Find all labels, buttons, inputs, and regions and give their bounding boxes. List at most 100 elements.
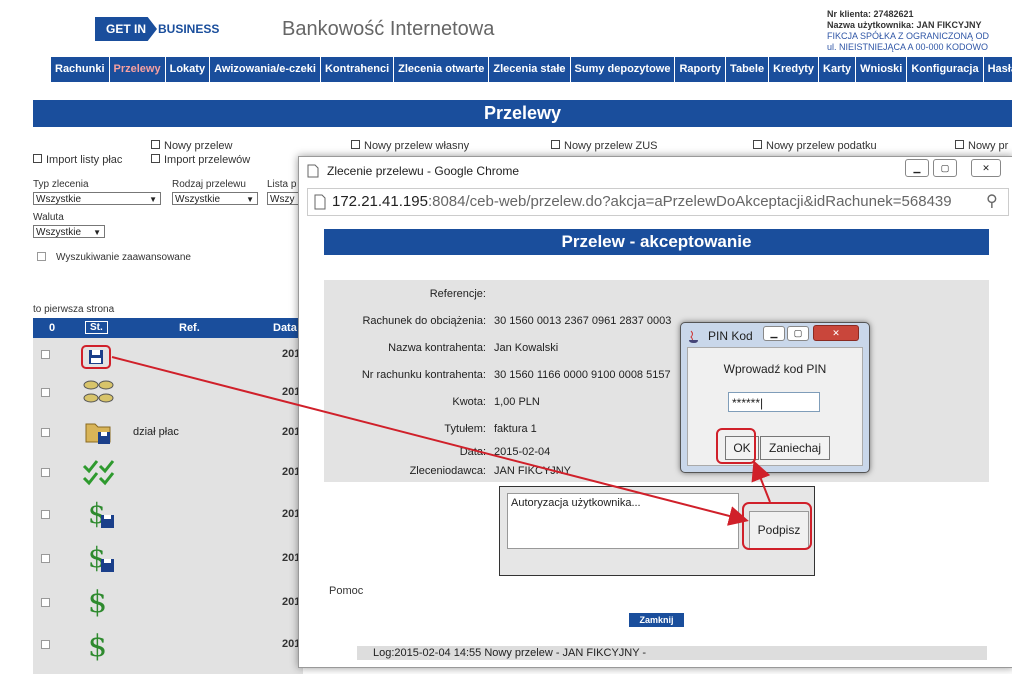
row-checkbox[interactable] [41,428,50,437]
row-checkbox[interactable] [41,468,50,477]
own-transfer-link[interactable]: Nowy przelew własny [351,140,469,152]
row-checkbox[interactable] [41,350,50,359]
row-checkbox[interactable] [41,554,50,563]
pin-input[interactable]: ******| [728,392,820,412]
pin-prompt: Wprowadź kod PIN [723,362,827,376]
import-transfers-link[interactable]: Import przelewów [151,154,250,166]
nav-zlecenia-otwarte[interactable]: Zlecenia otwarte [394,57,490,82]
title-value: faktura 1 [494,423,537,435]
import-payroll-link[interactable]: Import listy płac [33,154,122,166]
currency-label: Waluta [33,212,64,223]
dollar-save-icon: $ [88,541,114,574]
folder-save-icon [85,423,111,444]
advanced-search-checkbox[interactable] [37,252,46,261]
nav-rachunki[interactable]: Rachunki [51,57,110,82]
nav-raporty[interactable]: Raporty [675,57,727,82]
minimize-icon[interactable]: ▁ [763,326,785,341]
close-icon[interactable]: ✕ [813,325,859,341]
pin-value: ****** [732,396,761,410]
url-bar[interactable]: 172.21.41.195:8084/ceb-web/przelew.do?ak… [307,188,1009,216]
nav-kredyty[interactable]: Kredyty [769,57,820,82]
maximize-icon[interactable]: ▢ [787,326,809,341]
auth-status-textarea[interactable]: Autoryzacja użytkownika... [507,493,739,549]
orderer-value: JAN FIKCYJNY [494,465,572,477]
list-select[interactable]: Wszy [267,192,299,205]
pin-dialog-title: PIN Kod [708,329,753,343]
nav-tabele[interactable]: Tabele [726,57,770,82]
row-checkbox[interactable] [41,640,50,649]
field-label: Tytułem: [444,423,486,435]
popup-heading: Przelew - akceptowanie [324,229,989,255]
transfer-kind-select[interactable]: Wszystkie ▼ [172,192,258,205]
col-select[interactable]: 0 [49,322,55,334]
pin-dialog-body: Wprowadź kod PIN ******| OK Zaniechaj [687,347,863,466]
user-name: Nazwa użytkownika: JAN FIKCYJNY [827,20,982,30]
row-checkbox[interactable] [41,598,50,607]
url-path: :8084/ceb-web/przelew.do?akcja=aPrzelewD… [427,193,952,210]
page-icon [307,164,319,178]
minimize-icon[interactable]: ▁ [905,159,929,177]
row-checkbox[interactable] [41,510,50,519]
date-value: 2015-02-04 [494,446,551,458]
ok-button[interactable]: OK [725,436,759,460]
client-info: Nr klienta: 27482621 Nazwa użytkownika: … [827,9,989,53]
new-transfer-link[interactable]: Nowy przelew [151,140,232,152]
field-label: Zleceniodawca: [409,465,486,477]
nav-konfiguracja[interactable]: Konfiguracja [907,57,984,82]
nav-hasla[interactable]: Hasła [984,57,1012,82]
signature-panel: Autoryzacja użytkownika... Podpisz [499,486,815,576]
chevron-down-icon: ▼ [149,195,157,204]
chevron-down-icon: ▼ [93,228,101,237]
popup-window-title: Zlecenie przelewu - Google Chrome [327,164,520,178]
order-type-label: Typ zlecenia [33,179,89,190]
nav-wnioski[interactable]: Wnioski [856,57,908,82]
recipient-name-value: Jan Kowalski [494,342,559,354]
search-icon[interactable]: ⚲ [986,189,998,215]
pin-dialog: PIN Kod ▁ ▢ ✕ Wprowadź kod PIN ******| O… [680,322,870,473]
transfer-details: Referencje: Rachunek do obciążenia: 30 1… [324,280,989,482]
table-body [33,338,303,674]
popup-titlebar: Zlecenie przelewu - Google Chrome ▁ ▢ ✕ [299,157,1012,185]
currency-select[interactable]: Wszystkie ▼ [33,225,105,238]
list-label: Lista p [267,179,297,190]
handshake-icon [83,380,114,403]
sign-button[interactable]: Podpisz [749,511,809,549]
client-number: Nr klienta: 27482621 [827,9,914,19]
order-type-value: Wszystkie [36,194,81,205]
col-date[interactable]: Data [273,322,297,334]
nav-lokaty[interactable]: Lokaty [166,57,211,82]
nav-zlecenia-stale[interactable]: Zlecenia stałe [489,57,571,82]
maximize-icon[interactable]: ▢ [933,159,957,177]
nav-przelewy[interactable]: Przelewy [110,57,166,82]
page-info: to pierwsza strona [33,304,115,315]
dollar-icon: $ [88,585,107,618]
zus-transfer-link[interactable]: Nowy przelew ZUS [551,140,658,152]
col-ref[interactable]: Ref. [179,322,200,334]
nav-kontrahenci[interactable]: Kontrahenci [321,57,395,82]
cancel-button[interactable]: Zaniechaj [760,436,830,460]
save-status-icon[interactable] [80,344,114,370]
recipient-account-value: 30 1560 1166 0000 9100 0008 5157 [494,369,671,381]
close-icon[interactable]: ✕ [971,159,1001,177]
order-type-select[interactable]: Wszystkie ▼ [33,192,161,205]
field-label: Referencje: [429,288,486,300]
company-address: ul. NIEISTNIEJĄCA A 00-000 KODOWO [827,42,989,52]
field-label: Nr rachunku kontrahenta: [361,369,486,381]
more-transfer-link[interactable]: Nowy pr [955,140,1008,152]
tax-transfer-link[interactable]: Nowy przelew podatku [753,140,877,152]
help-link[interactable]: Pomoc [329,585,363,597]
dollar-icon: $ [88,629,107,662]
close-button[interactable]: Zamknij [629,613,684,627]
row-checkbox[interactable] [41,388,50,397]
debit-account-value: 30 1560 0013 2367 0961 2837 0003 [494,315,672,327]
main-nav: Rachunki Przelewy Lokaty Awizowania/e-cz… [51,57,1012,82]
page-icon [314,194,326,210]
svg-text:$: $ [88,585,107,618]
log-line: Log:2015-02-04 14:55 Nowy przelew - JAN … [357,646,987,660]
col-status[interactable]: St. [85,321,108,334]
currency-value: Wszystkie [36,227,81,238]
nav-sumy-depozytowe[interactable]: Sumy depozytowe [571,57,676,82]
nav-awizowania[interactable]: Awizowania/e-czeki [210,57,321,82]
field-label: Nazwa kontrahenta: [388,342,486,354]
nav-karty[interactable]: Karty [819,57,857,82]
